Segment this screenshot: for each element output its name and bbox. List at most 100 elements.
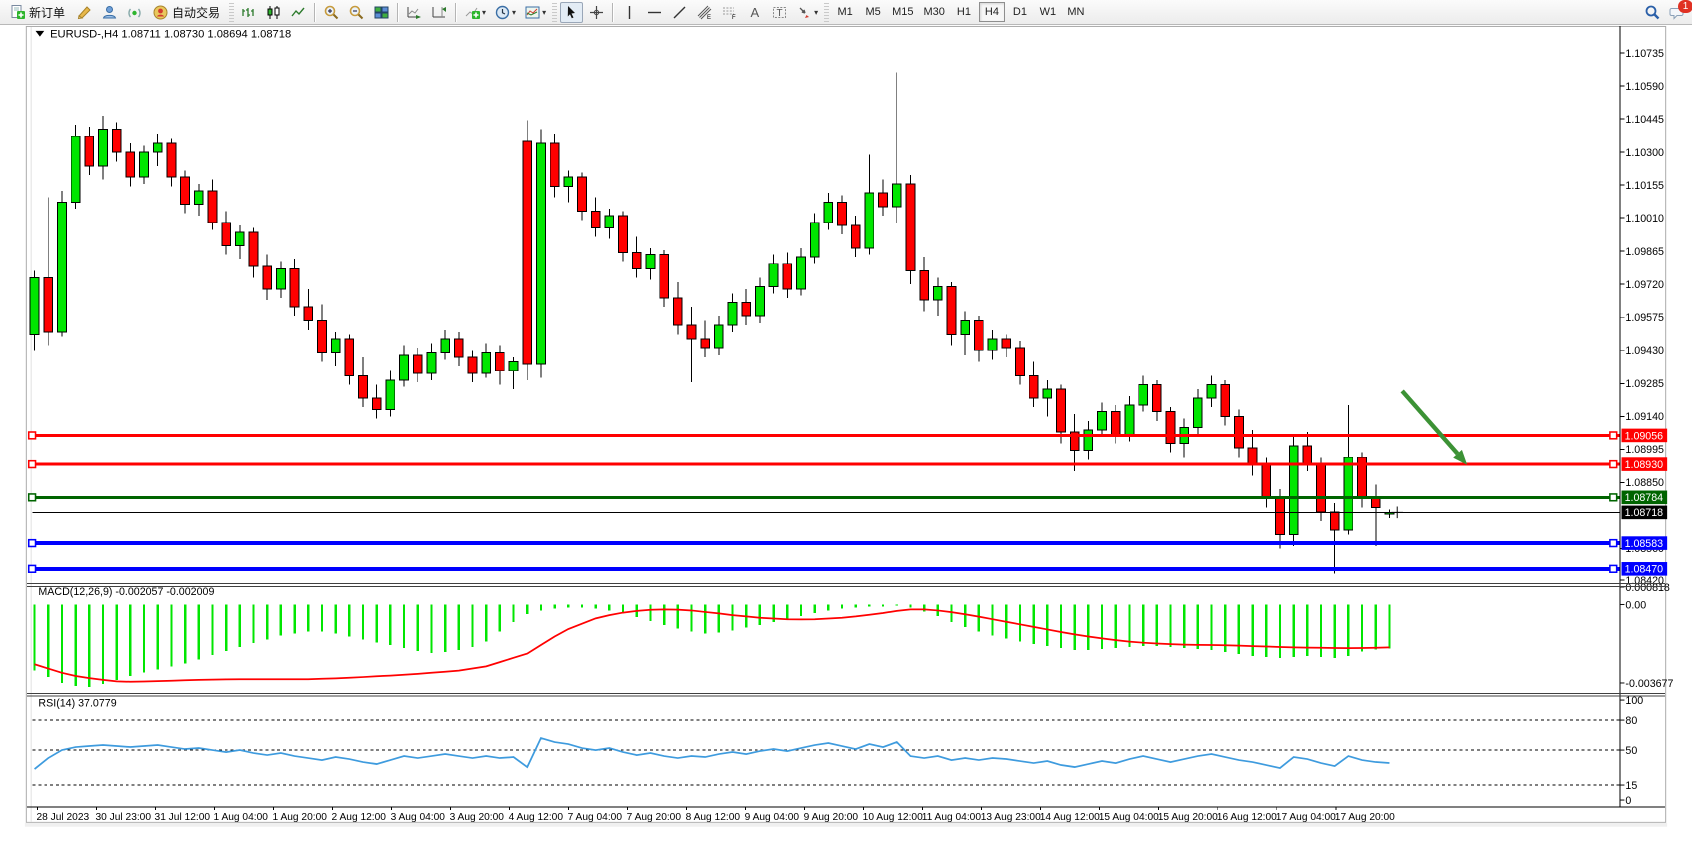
tf-m15-button[interactable]: M15 bbox=[888, 2, 917, 22]
candle-bear bbox=[1248, 448, 1257, 464]
candle-bear bbox=[783, 264, 792, 289]
templates-button[interactable]: ▾ bbox=[521, 2, 549, 23]
candle-bear bbox=[468, 357, 477, 373]
chart-area[interactable]: 1.107351.105901.104451.103001.101551.100… bbox=[0, 25, 1692, 851]
hline-handle[interactable] bbox=[29, 494, 36, 501]
candle-bear bbox=[167, 143, 176, 177]
chevron-down-icon: ▾ bbox=[512, 8, 516, 17]
candle-bear bbox=[742, 302, 751, 316]
new-order-button[interactable]: 新订单 bbox=[5, 2, 71, 23]
toolbar-separator bbox=[612, 3, 614, 22]
zoom-in-button[interactable] bbox=[320, 2, 343, 23]
rsi-axis-label: 0 bbox=[1625, 795, 1631, 807]
candle-bull bbox=[509, 362, 518, 371]
price-badge-label: 1.08718 bbox=[1625, 507, 1664, 519]
candle-bull bbox=[605, 216, 614, 227]
price-axis-label: 1.10155 bbox=[1625, 180, 1664, 192]
zoom-out-button[interactable] bbox=[345, 2, 368, 23]
text-label-icon: T bbox=[771, 4, 788, 21]
arrows-tool-button[interactable]: ▾ bbox=[793, 2, 821, 23]
template-icon bbox=[524, 4, 541, 21]
toolbar-grip bbox=[552, 3, 557, 22]
autotrading-button[interactable]: 自动交易 bbox=[148, 2, 226, 23]
price-axis-label: 1.09720 bbox=[1625, 279, 1664, 291]
time-axis-label: 28 Jul 2023 bbox=[37, 812, 90, 823]
vertical-line-tool-button[interactable] bbox=[618, 2, 641, 23]
tf-h4-button[interactable]: H4 bbox=[979, 2, 1005, 22]
candle-bear bbox=[619, 216, 628, 252]
candle-bull bbox=[865, 193, 874, 248]
toolbar-separator bbox=[455, 3, 457, 22]
hline-handle[interactable] bbox=[1610, 494, 1617, 501]
chart-shift-button[interactable] bbox=[428, 2, 451, 23]
text-tool-button[interactable]: A bbox=[743, 2, 766, 23]
tf-m5-button[interactable]: M5 bbox=[860, 2, 886, 22]
candle-bear bbox=[523, 141, 532, 364]
candle-bull bbox=[892, 184, 901, 207]
crosshair-tool-button[interactable] bbox=[585, 2, 608, 23]
candle-bear bbox=[359, 375, 368, 398]
time-axis-label: 10 Aug 12:00 bbox=[863, 812, 923, 823]
fibonacci-tool-button[interactable]: F bbox=[718, 2, 741, 23]
time-axis-label: 14 Aug 12:00 bbox=[1040, 812, 1100, 823]
tile-windows-button[interactable] bbox=[370, 2, 393, 23]
signal-icon bbox=[126, 4, 143, 21]
new-order-icon bbox=[9, 4, 26, 21]
price-axis-label: 1.09430 bbox=[1625, 345, 1664, 357]
styler-button[interactable] bbox=[73, 2, 96, 23]
bottom-strip bbox=[25, 823, 1667, 827]
bar-chart-button[interactable] bbox=[237, 2, 260, 23]
channel-tool-button[interactable]: E bbox=[693, 2, 716, 23]
periods-button[interactable]: ▾ bbox=[491, 2, 519, 23]
price-axis-label: 1.09285 bbox=[1625, 378, 1664, 390]
hline-handle[interactable] bbox=[29, 432, 36, 439]
toolbar-separator bbox=[397, 3, 399, 22]
search-icon[interactable] bbox=[1644, 4, 1661, 21]
line-chart-button[interactable] bbox=[287, 2, 310, 23]
candle-bull bbox=[441, 339, 450, 353]
horizontal-line-icon bbox=[646, 4, 663, 21]
time-axis-label: 13 Aug 23:00 bbox=[981, 812, 1041, 823]
candle-bear bbox=[1166, 412, 1175, 444]
hline-handle[interactable] bbox=[29, 565, 36, 572]
trendline-tool-button[interactable] bbox=[668, 2, 691, 23]
time-axis-label: 7 Aug 04:00 bbox=[568, 812, 623, 823]
candle-bear bbox=[290, 268, 299, 307]
hline-handle[interactable] bbox=[1610, 432, 1617, 439]
price-axis-label: 1.10010 bbox=[1625, 213, 1664, 225]
candle-bear bbox=[126, 152, 135, 177]
horizontal-line-tool-button[interactable] bbox=[643, 2, 666, 23]
autotrading-icon bbox=[152, 4, 169, 21]
candle-bull bbox=[797, 257, 806, 289]
tf-m1-button[interactable]: M1 bbox=[832, 2, 858, 22]
candle-chart-button[interactable] bbox=[262, 2, 285, 23]
candle-bear bbox=[660, 255, 669, 298]
indicators-button[interactable]: ▾ bbox=[461, 2, 489, 23]
text-label-tool-button[interactable]: T bbox=[768, 2, 791, 23]
tf-d1-button[interactable]: D1 bbox=[1007, 2, 1033, 22]
tf-h1-button[interactable]: H1 bbox=[951, 2, 977, 22]
hline-handle[interactable] bbox=[1610, 540, 1617, 547]
signals-button[interactable] bbox=[123, 2, 146, 23]
hline-handle[interactable] bbox=[1610, 565, 1617, 572]
hline-handle[interactable] bbox=[29, 540, 36, 547]
hline-handle[interactable] bbox=[29, 461, 36, 468]
hline-handle[interactable] bbox=[1610, 461, 1617, 468]
candle-bear bbox=[1057, 389, 1066, 432]
candle-bull bbox=[153, 143, 162, 152]
timeframe-group: M1 M5 M15 M30 H1 H4 D1 W1 MN bbox=[831, 2, 1090, 22]
tf-w1-button[interactable]: W1 bbox=[1035, 2, 1061, 22]
candle-bear bbox=[920, 271, 929, 301]
time-axis-label: 30 Jul 23:00 bbox=[96, 812, 152, 823]
rsi-axis-label: 15 bbox=[1625, 780, 1637, 792]
candle-bull bbox=[756, 287, 765, 317]
chat-button[interactable]: 1 bbox=[1669, 4, 1686, 21]
community-button[interactable] bbox=[98, 2, 121, 23]
tf-m30-button[interactable]: M30 bbox=[920, 2, 949, 22]
chart-title: EURUSD-,H4 1.08711 1.08730 1.08694 1.087… bbox=[50, 29, 291, 41]
cursor-tool-button[interactable] bbox=[560, 2, 583, 23]
tf-mn-button[interactable]: MN bbox=[1063, 2, 1089, 22]
auto-scroll-button[interactable] bbox=[403, 2, 426, 23]
candle-bear bbox=[1221, 384, 1230, 416]
profile-icon bbox=[101, 4, 118, 21]
